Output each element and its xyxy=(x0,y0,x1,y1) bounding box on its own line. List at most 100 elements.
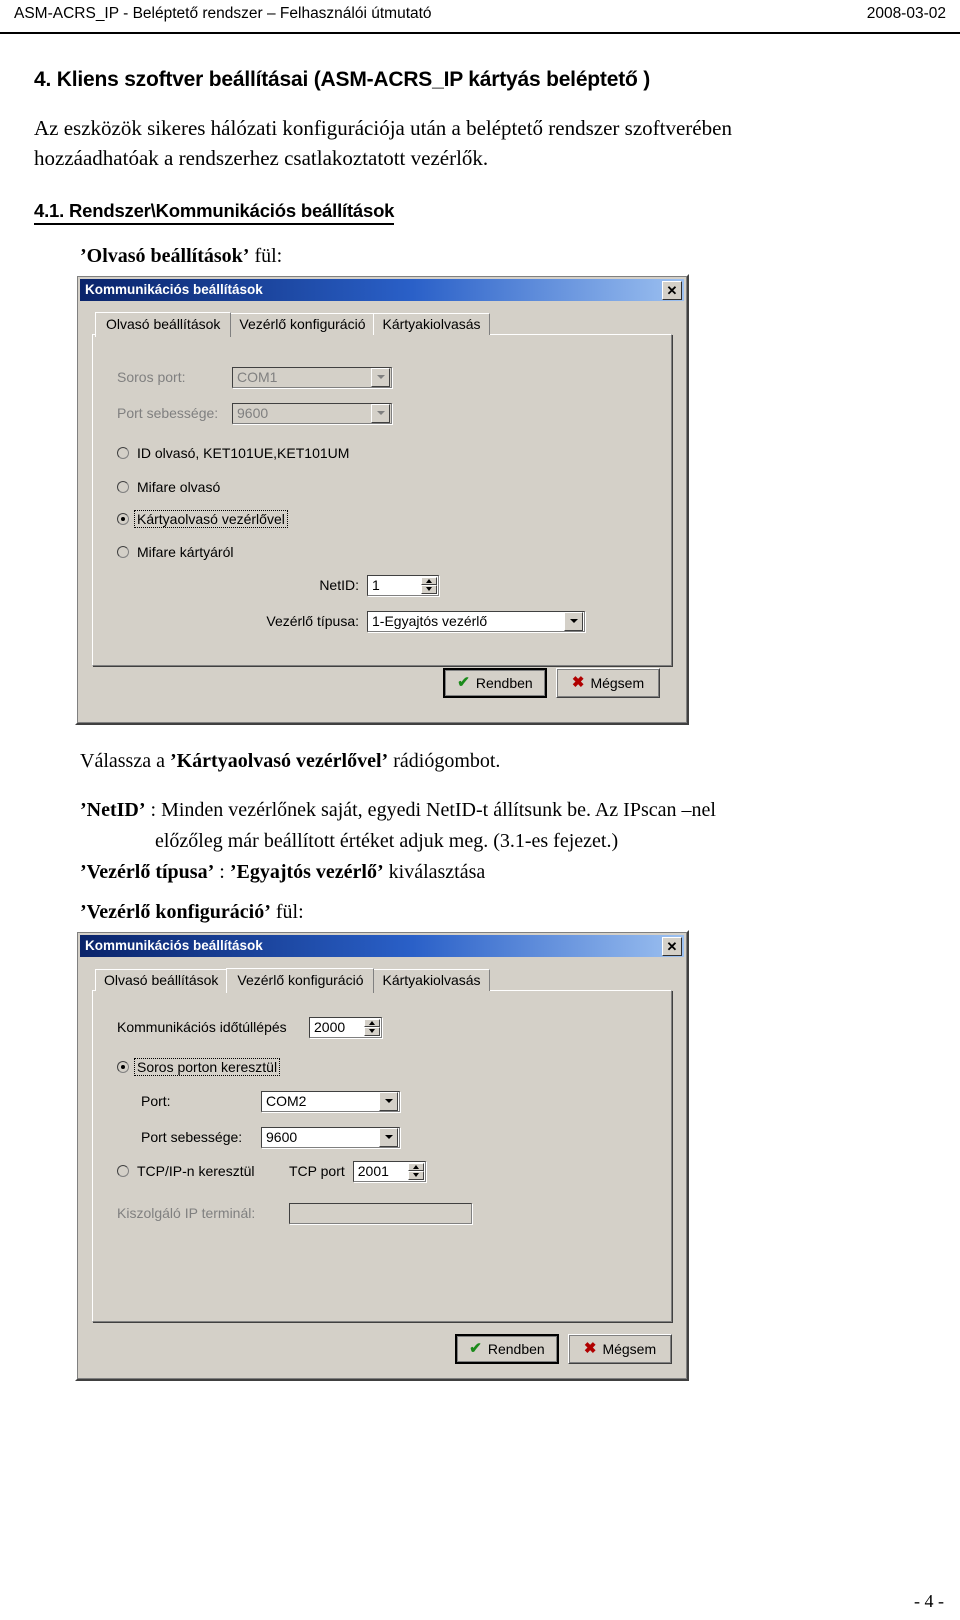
radio-button[interactable] xyxy=(117,446,129,459)
radio-soros-porton-keresztul[interactable]: Soros porton keresztül xyxy=(117,1057,281,1076)
chevron-down-icon[interactable] xyxy=(379,1127,398,1147)
tab-olvaso-beallitasok[interactable]: Olvasó beállítások xyxy=(95,968,228,991)
tab-kartyakiolvasas[interactable]: Kártyakiolvasás xyxy=(373,312,490,335)
serial-port-value: COM1 xyxy=(237,369,278,386)
port-select[interactable]: COM2 xyxy=(261,1090,400,1112)
spinner-buttons[interactable] xyxy=(364,1018,380,1036)
ok-button[interactable]: ✔ Rendben xyxy=(455,1333,559,1364)
notes-block: Válassza a ’Kártyaolvasó vezérlővel’ rád… xyxy=(80,747,870,887)
note-radio-prefix: Válassza a xyxy=(80,749,170,772)
reader-tab-caption-quoted: ’Olvasó beállítások’ xyxy=(80,244,250,267)
dialog-title: Kommunikációs beállítások xyxy=(85,282,263,298)
note-radio-suffix: rádiógombot. xyxy=(388,749,501,772)
spinner-down-icon[interactable] xyxy=(421,585,437,594)
page-number: - 4 - xyxy=(914,1591,944,1611)
dialog-frame: Kommunikációs beállítások ✕ Olvasó beáll… xyxy=(77,931,687,1379)
note-controller-type: ’Vezérlő típusa’ : ’Egyajtós vezérlő’ ki… xyxy=(80,858,870,887)
cross-icon: ✖ xyxy=(571,674,585,692)
cancel-button[interactable]: ✖ Mégsem xyxy=(556,667,660,698)
chevron-down-icon[interactable] xyxy=(564,611,583,631)
timeout-stepper[interactable]: 2000 xyxy=(309,1016,382,1038)
radio-id-olvaso-label: ID olvasó, KET101UE,KET101UM xyxy=(137,444,350,461)
spinner-up-icon[interactable] xyxy=(407,1162,424,1172)
tab-panel-reader-settings: Soros port: COM1 Port sebessége: 9600 ID… xyxy=(92,333,672,666)
timeout-row: Kommunikációs időtúllépés 2000 xyxy=(117,1016,382,1038)
radio-button[interactable] xyxy=(117,1060,129,1073)
note-netid-line2: előzőleg már beállított értéket adjuk me… xyxy=(155,827,870,856)
port-speed-row: Port sebessége: 9600 xyxy=(141,1126,400,1148)
serial-port-select[interactable]: COM1 xyxy=(232,366,392,388)
note-radio-instruction: Válassza a ’Kártyaolvasó vezérlővel’ rád… xyxy=(80,747,870,776)
ok-button-label: Rendben xyxy=(487,1340,545,1357)
radio-mifare-kartyarol[interactable]: Mifare kártyáról xyxy=(117,544,235,560)
radio-kartyaolvaso-vezerlovel[interactable]: Kártyaolvasó vezérlővel xyxy=(117,509,288,528)
note-radio-bold: ’Kártyaolvasó vezérlővel’ xyxy=(169,749,389,772)
reader-tab-caption: ’Olvasó beállítások’ fül: xyxy=(80,245,960,268)
tcp-port-value: 2001 xyxy=(357,1163,389,1180)
radio-tcpip-keresztul[interactable]: TCP/IP-n keresztül xyxy=(117,1163,256,1179)
radio-mifare-kartyarol-label: Mifare kártyáról xyxy=(137,543,234,560)
tcp-port-stepper[interactable]: 2001 xyxy=(352,1160,426,1182)
note-netid-line1: ’NetID’ : Minden vezérlőnek saját, egyed… xyxy=(80,796,870,825)
netid-label: NetID: xyxy=(319,577,359,594)
radio-kartyaolvaso-vezerlovel-label: Kártyaolvasó vezérlővel xyxy=(134,509,288,528)
tab-kartyakiolvasas[interactable]: Kártyakiolvasás xyxy=(373,968,490,991)
dialog-button-row: ✔ Rendben ✖ Mégsem xyxy=(80,667,660,698)
controller-type-label: Vezérlő típusa: xyxy=(266,613,359,630)
radio-id-olvaso[interactable]: ID olvasó, KET101UE,KET101UM xyxy=(117,445,351,461)
tcp-port-label: TCP port xyxy=(289,1163,345,1180)
spinner-up-icon[interactable] xyxy=(421,576,437,586)
note-ctrltype-sep: : xyxy=(214,860,230,883)
controller-type-value: 1-Egyajtós vezérlő xyxy=(372,613,488,630)
note-netid-text2: előzőleg már beállított értéket adjuk me… xyxy=(155,829,619,852)
ok-button-label: Rendben xyxy=(475,674,533,691)
chevron-down-icon[interactable] xyxy=(371,367,390,387)
reader-tab-caption-suffix: fül: xyxy=(249,244,283,267)
close-icon[interactable]: ✕ xyxy=(662,936,682,956)
radio-mifare-olvaso[interactable]: Mifare olvasó xyxy=(117,479,222,495)
chevron-down-icon[interactable] xyxy=(379,1091,398,1111)
note-ctrltype-suffix: kiválasztása xyxy=(383,860,486,883)
spinner-up-icon[interactable] xyxy=(364,1018,380,1028)
dialog-titlebar: Kommunikációs beállítások ✕ xyxy=(80,278,684,301)
tab-vezerlo-konfiguracio[interactable]: Vezérlő konfiguráció xyxy=(226,967,375,993)
page-title: 4. Kliens szoftver beállításai (ASM-ACRS… xyxy=(34,68,651,91)
ok-button[interactable]: ✔ Rendben xyxy=(443,667,547,698)
intro-paragraph: Az eszközök sikeres hálózati konfiguráci… xyxy=(34,116,732,170)
port-speed-select[interactable]: 9600 xyxy=(232,402,392,424)
tab-vezerlo-konfiguracio[interactable]: Vezérlő konfiguráció xyxy=(230,312,375,335)
communication-settings-dialog-controller: Kommunikációs beállítások ✕ Olvasó beáll… xyxy=(75,929,689,1381)
spinner-buttons[interactable] xyxy=(407,1162,424,1180)
netid-stepper[interactable]: 1 xyxy=(367,574,439,596)
communication-settings-dialog-reader: Kommunikációs beállítások ✕ Olvasó beáll… xyxy=(75,273,689,725)
tabstrip: Olvasó beállítások Vezérlő konfiguráció … xyxy=(92,967,672,993)
spinner-down-icon[interactable] xyxy=(364,1027,380,1036)
dialog-titlebar: Kommunikációs beállítások ✕ xyxy=(80,934,684,957)
tab-olvaso-beallitasok[interactable]: Olvasó beállítások xyxy=(95,311,232,337)
netid-value: 1 xyxy=(372,577,380,594)
radio-button[interactable] xyxy=(117,480,129,493)
radio-button[interactable] xyxy=(117,545,129,558)
cancel-button[interactable]: ✖ Mégsem xyxy=(568,1333,672,1364)
chevron-down-icon[interactable] xyxy=(371,403,390,423)
document-body: 4. Kliens szoftver beállításai (ASM-ACRS… xyxy=(0,34,960,1381)
server-ip-input[interactable] xyxy=(289,1202,472,1224)
cancel-button-label: Mégsem xyxy=(602,1340,657,1357)
dialog-body: Olvasó beállítások Vezérlő konfiguráció … xyxy=(80,956,684,1376)
port-speed-select[interactable]: 9600 xyxy=(261,1126,400,1148)
serial-port-row: Soros port: COM1 xyxy=(117,366,392,388)
radio-button[interactable] xyxy=(117,512,129,525)
page-header: ASM-ACRS_IP - Beléptető rendszer – Felha… xyxy=(0,0,960,34)
controller-tab-caption-suffix: fül: xyxy=(270,900,304,923)
port-speed-value: 9600 xyxy=(237,405,269,422)
port-label: Port: xyxy=(141,1093,171,1110)
timeout-label: Kommunikációs időtúllépés xyxy=(117,1019,287,1036)
radio-button[interactable] xyxy=(117,1164,129,1177)
spinner-buttons[interactable] xyxy=(421,576,437,594)
port-speed-label: Port sebessége: xyxy=(117,405,219,422)
close-icon[interactable]: ✕ xyxy=(662,280,682,300)
spinner-down-icon[interactable] xyxy=(407,1171,424,1180)
dialog-title: Kommunikációs beállítások xyxy=(85,938,263,954)
radio-soros-porton-label: Soros porton keresztül xyxy=(133,1057,281,1076)
controller-type-select[interactable]: 1-Egyajtós vezérlő xyxy=(367,610,585,632)
